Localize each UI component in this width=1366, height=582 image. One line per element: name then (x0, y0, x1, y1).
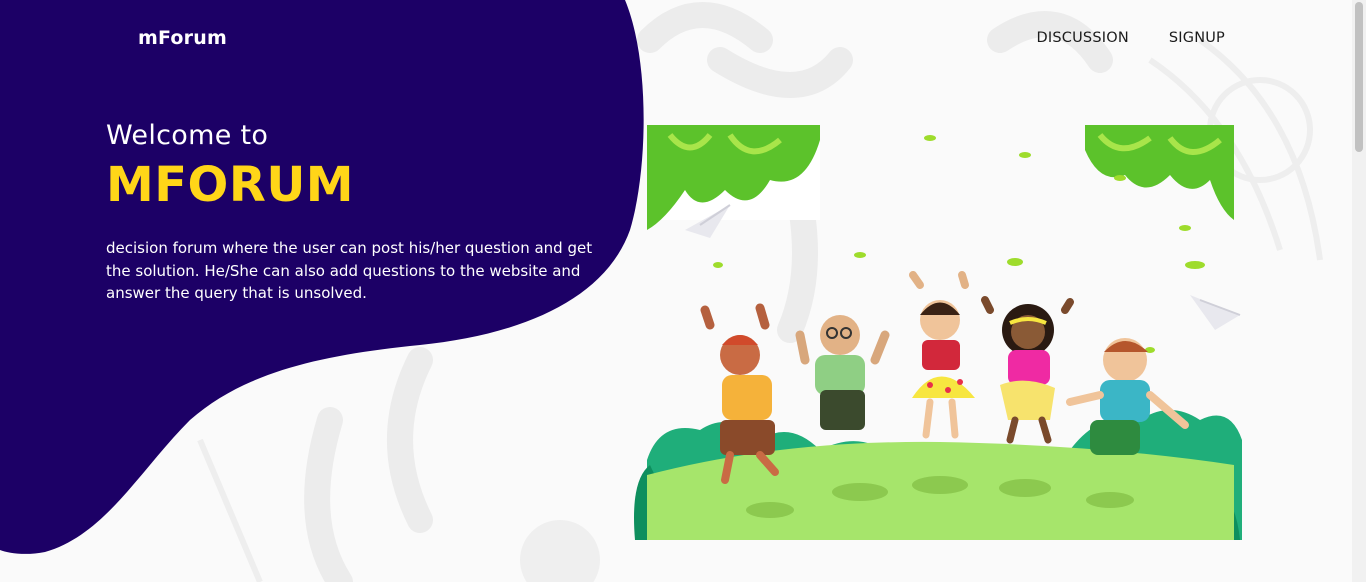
paper-plane-icon (1190, 295, 1241, 330)
top-nav: DISCUSSION SIGNUP (1037, 30, 1225, 46)
page-scrollbar[interactable] (1352, 0, 1366, 582)
top-left-foliage (647, 125, 820, 230)
hero-welcome-text: Welcome to (106, 120, 269, 151)
nav-signup-link[interactable]: SIGNUP (1169, 30, 1225, 46)
top-right-foliage (1085, 125, 1234, 220)
kid-pink-shirt (981, 296, 1074, 444)
brand-logo[interactable]: mForum (138, 27, 227, 49)
hero-title: MFORUM (106, 157, 355, 213)
kid-green-shirt (795, 315, 890, 430)
hero-section: Welcome to MFORUM decision forum where t… (106, 120, 606, 305)
kid-red-dress (909, 271, 975, 439)
hero-description: decision forum where the user can post h… (106, 239, 593, 302)
kids-jumping-illustration (634, 125, 1242, 540)
nav-discussion-link[interactable]: DISCUSSION (1037, 30, 1129, 46)
scrollbar-thumb[interactable] (1355, 2, 1363, 152)
